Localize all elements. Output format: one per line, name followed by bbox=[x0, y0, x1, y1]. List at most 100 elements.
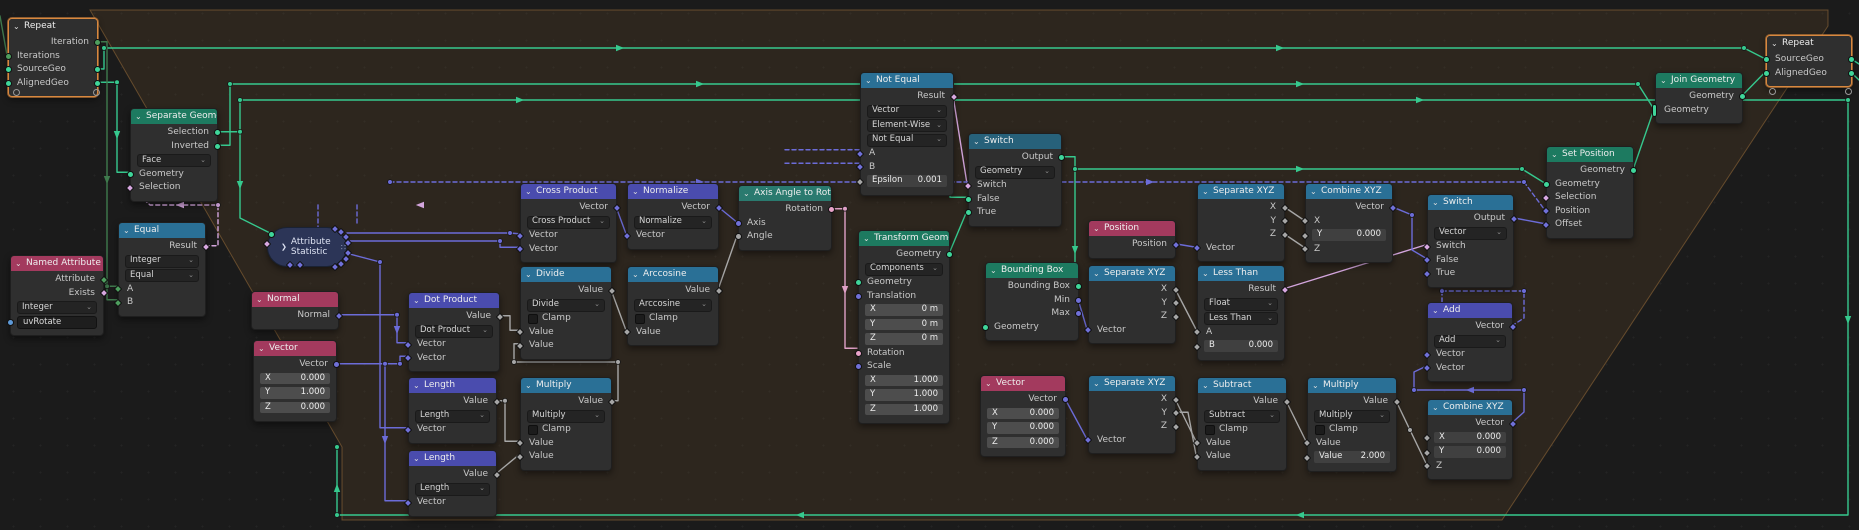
zone-extend-socket[interactable] bbox=[1769, 88, 1776, 95]
collapse-chevron-icon[interactable]: ⌄ bbox=[413, 378, 420, 393]
reroute-node[interactable] bbox=[1521, 387, 1527, 393]
reroute-node[interactable] bbox=[334, 512, 340, 518]
node-header[interactable]: ⌄ Not Equal bbox=[861, 73, 953, 88]
value-field[interactable]: Y 1.000 bbox=[260, 387, 330, 399]
collapse-chevron-icon[interactable]: ⌄ bbox=[990, 263, 997, 278]
axis-socket[interactable] bbox=[735, 219, 742, 227]
node-separate-geometry[interactable]: ⌄ Separate Geometry Selection Inverted Face ⌄… bbox=[125, 108, 221, 202]
node-header[interactable]: ⌄ Vector bbox=[254, 341, 336, 356]
min-socket[interactable] bbox=[1075, 296, 1082, 304]
node-header[interactable]: ⌄ Join Geometry bbox=[1656, 73, 1742, 88]
attribute-statistic-socket[interactable] bbox=[268, 231, 275, 238]
node-arccosine[interactable]: ⌄ Arccosine Value Arccosine ⌄ Clamp Value bbox=[622, 266, 724, 346]
node-combine-xyz-2[interactable]: ⌄ Combine XYZ Vector X 0.000 Y 0.000 Z bbox=[1422, 399, 1518, 480]
node-header[interactable]: ⌄ Separate XYZ bbox=[1089, 266, 1175, 281]
node-less-than[interactable]: ⌄ Less Than Result Float ⌄ Less Than ⌄ A B 0.000 bbox=[1192, 265, 1290, 361]
value-field[interactable]: Y 0.000 bbox=[1434, 446, 1506, 458]
translation-socket[interactable] bbox=[855, 292, 862, 300]
node-switch-vector[interactable]: ⌄ Switch Output Vector ⌄ Switch False True bbox=[1422, 194, 1519, 288]
node-axis-angle-to-rotation[interactable]: ⌄ Axis Angle to Rotat… Rotation Axis Angle bbox=[735, 185, 835, 251]
collapse-chevron-icon[interactable]: ⌄ bbox=[1660, 73, 1667, 88]
collapse-chevron-icon[interactable]: ⌄ bbox=[525, 184, 532, 199]
node-header[interactable]: ⌄ Position bbox=[1089, 221, 1175, 236]
collapse-chevron-icon[interactable]: ❯ bbox=[281, 243, 287, 251]
reroute-node[interactable] bbox=[1439, 288, 1445, 294]
reroute-node[interactable] bbox=[497, 238, 503, 244]
dropdown[interactable]: Length ⌄ bbox=[415, 409, 490, 423]
collapse-chevron-icon[interactable]: ⌄ bbox=[863, 231, 870, 246]
value-field[interactable]: Y 0.000 bbox=[987, 422, 1059, 434]
alignedgeo-socket[interactable] bbox=[1848, 69, 1855, 77]
dropdown[interactable]: Components ⌄ bbox=[865, 262, 943, 276]
dropdown[interactable]: Integer ⌄ bbox=[125, 254, 199, 268]
node-header[interactable]: ⌄ Equal bbox=[119, 223, 205, 238]
node-header[interactable]: ⌄ Length bbox=[409, 378, 496, 393]
alignedgeo-socket[interactable] bbox=[94, 79, 101, 87]
dropdown[interactable]: Equal ⌄ bbox=[125, 269, 199, 282]
node-position[interactable]: ⌄ Position Position bbox=[1088, 220, 1181, 259]
node-separate-xyz-1[interactable]: ⌄ Separate XYZ X Y Z Vector bbox=[1192, 183, 1290, 262]
collapse-chevron-icon[interactable]: ⌄ bbox=[865, 73, 872, 88]
node-bounding-box[interactable]: ⌄ Bounding Box Bounding Box Min Max Geometry bbox=[982, 262, 1082, 341]
reroute-node[interactable] bbox=[237, 97, 243, 103]
dropdown[interactable]: Multiply ⌄ bbox=[527, 409, 605, 423]
collapse-chevron-icon[interactable]: ⌄ bbox=[1771, 36, 1778, 51]
reroute-node[interactable] bbox=[237, 128, 243, 135]
reroute-node[interactable] bbox=[1741, 45, 1747, 51]
node-header[interactable]: ⌄ Subtract bbox=[1198, 378, 1286, 393]
value-field[interactable]: X 0.000 bbox=[1434, 431, 1506, 443]
value-field[interactable]: X 0 m bbox=[865, 304, 943, 316]
collapse-chevron-icon[interactable]: ⌄ bbox=[256, 292, 263, 307]
node-dot-product[interactable]: ⌄ Dot Product Value Dot Product ⌄ Vector Vecto… bbox=[403, 292, 505, 372]
node-header[interactable]: ⌄ Repeat bbox=[1767, 36, 1851, 51]
collapse-chevron-icon[interactable]: ⌄ bbox=[1432, 195, 1439, 210]
node-header[interactable]: ⌄ Combine XYZ bbox=[1428, 400, 1512, 415]
value-field[interactable]: Z 0 m bbox=[865, 333, 943, 345]
collapse-chevron-icon[interactable]: ⌄ bbox=[1312, 378, 1319, 393]
node-subtract[interactable]: ⌄ Subtract Value Subtract ⌄ Clamp Value Value bbox=[1192, 377, 1292, 471]
value-field[interactable]: X 0.000 bbox=[987, 407, 1059, 419]
reroute-node[interactable] bbox=[615, 359, 621, 365]
node-header[interactable]: ⌄ Dot Product bbox=[409, 293, 499, 308]
collapse-chevron-icon[interactable]: ⌄ bbox=[1432, 303, 1439, 318]
reroute-node[interactable] bbox=[842, 205, 848, 212]
node-header[interactable]: ⌄ Add bbox=[1428, 303, 1512, 318]
checkbox[interactable] bbox=[528, 313, 538, 324]
geometry-socket[interactable] bbox=[982, 323, 989, 331]
reroute-node[interactable] bbox=[1635, 81, 1641, 87]
text-field[interactable]: uvRotate bbox=[17, 315, 97, 329]
reroute-node[interactable] bbox=[377, 259, 383, 265]
dropdown[interactable]: Cross Product ⌄ bbox=[527, 215, 610, 229]
reroute-node[interactable] bbox=[1845, 97, 1851, 103]
node-header[interactable]: ⌄ Multiply bbox=[1308, 378, 1396, 393]
collapse-chevron-icon[interactable]: ⌄ bbox=[632, 184, 639, 199]
node-header[interactable]: ⌄ Normalize bbox=[628, 184, 718, 199]
collapse-chevron-icon[interactable]: ⌄ bbox=[1202, 266, 1209, 281]
node-normalize[interactable]: ⌄ Normalize Vector Normalize ⌄ Vector bbox=[622, 183, 724, 250]
dropdown[interactable]: Length ⌄ bbox=[415, 482, 490, 496]
value-field[interactable]: Value 2.000 bbox=[1314, 451, 1390, 463]
reroute-node[interactable] bbox=[511, 359, 517, 365]
node-vector-2[interactable]: ⌄ Vector Vector X 0.000 Y 0.000 Z 0.000 bbox=[980, 375, 1069, 457]
node-header[interactable]: ⌄ Switch bbox=[969, 134, 1061, 149]
name-socket[interactable] bbox=[7, 318, 14, 326]
node-combine-xyz-1[interactable]: ⌄ Combine XYZ Vector X Y 0.000 Z bbox=[1300, 183, 1398, 263]
dropdown[interactable]: Vector ⌄ bbox=[1434, 226, 1507, 240]
collapse-chevron-icon[interactable]: ⌄ bbox=[135, 109, 142, 124]
collapse-chevron-icon[interactable]: ⌄ bbox=[525, 267, 532, 282]
node-header[interactable]: ⌄ Set Position bbox=[1547, 147, 1633, 162]
checkbox[interactable] bbox=[1315, 424, 1325, 435]
reroute-node[interactable] bbox=[502, 397, 508, 404]
reroute-node[interactable] bbox=[387, 179, 393, 185]
collapse-chevron-icon[interactable]: ⌄ bbox=[413, 451, 420, 466]
node-vector-1[interactable]: ⌄ Vector Vector X 0.000 Y 1.000 Z 0.000 bbox=[253, 340, 340, 422]
node-named-attribute[interactable]: ⌄ Named Attribute Attribute Exists Integer ⌄ u… bbox=[7, 255, 109, 336]
reroute-node[interactable] bbox=[1521, 179, 1527, 185]
node-editor-canvas[interactable]: ⌄ Repeat Iteration Iterations SourceGeo Align… bbox=[0, 0, 1859, 530]
node-length-2[interactable]: ⌄ Length Value Length ⌄ Vector bbox=[403, 450, 502, 517]
collapse-chevron-icon[interactable]: ⌄ bbox=[1093, 266, 1100, 281]
dropdown[interactable]: Element-Wise ⌄ bbox=[867, 119, 947, 132]
node-header[interactable]: ⌄ Cross Product bbox=[521, 184, 616, 199]
geometry-socket[interactable] bbox=[1543, 180, 1550, 188]
node-header[interactable]: ⌄ Separate Geometry bbox=[131, 109, 217, 124]
